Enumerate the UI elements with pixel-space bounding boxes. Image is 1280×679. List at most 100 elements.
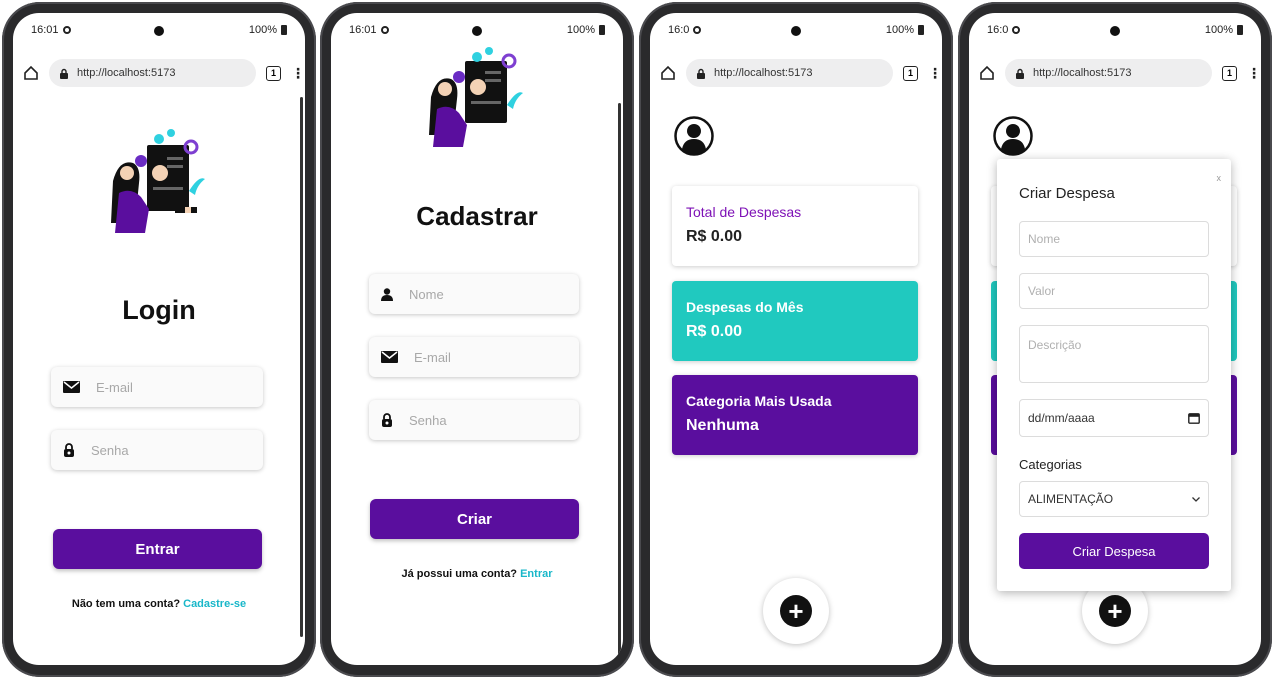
email-placeholder: E-mail — [414, 349, 451, 365]
phone-register: 16:01 100% Cadastrar Nome E-mail Senha C… — [320, 2, 634, 677]
lock-icon — [1016, 68, 1024, 79]
status-time: 16:0 — [668, 24, 690, 36]
login-illustration — [111, 129, 205, 233]
home-icon[interactable] — [23, 65, 39, 81]
expense-name-input[interactable]: Nome — [1019, 221, 1209, 257]
status-dot-icon — [380, 26, 389, 34]
top-category-value: Nenhuma — [686, 417, 759, 434]
status-time: 16:0 — [987, 24, 1009, 36]
mail-icon — [381, 351, 398, 363]
login-prompt: Já possui uma conta? Entrar — [331, 568, 623, 580]
page-title: Login — [122, 295, 196, 325]
url-text: http://localhost:5173 — [77, 67, 176, 79]
browser-bar: http://localhost:5173 1 ⋮ — [13, 53, 305, 93]
status-dot-icon — [1012, 26, 1021, 34]
user-icon — [381, 287, 393, 301]
menu-icon[interactable]: ⋮ — [291, 66, 305, 80]
calendar-icon[interactable] — [1188, 412, 1200, 424]
url-text: http://localhost:5173 — [1033, 67, 1132, 79]
password-field[interactable]: Senha — [369, 400, 579, 440]
top-category-label: Categoria Mais Usada — [686, 393, 832, 409]
expense-description-input[interactable]: Descrição — [1019, 325, 1209, 383]
home-icon[interactable] — [660, 65, 676, 81]
camera-hole — [1110, 26, 1120, 36]
name-placeholder: Nome — [409, 286, 444, 302]
register-prompt-text: Não tem uma conta? — [71, 598, 181, 610]
camera-hole — [154, 26, 164, 36]
battery-text: 100% — [1204, 24, 1233, 36]
total-expenses-card: Total de Despesas R$ 0.00 — [672, 186, 918, 266]
expense-date-placeholder: dd/mm/aaaa — [1028, 411, 1095, 425]
battery-icon — [281, 25, 287, 35]
battery-text: 100% — [885, 24, 914, 36]
phone-create-expense: 16:0 100% http://localhost:5173 1 ⋮ + x … — [958, 2, 1272, 677]
plus-icon: + — [780, 595, 812, 627]
category-label: Categorias — [1019, 457, 1082, 472]
battery-icon — [918, 25, 924, 35]
chevron-down-icon — [1192, 496, 1200, 502]
email-field[interactable]: E-mail — [369, 337, 579, 377]
month-expenses-card: Despesas do Mês R$ 0.00 — [672, 281, 918, 361]
battery-text: 100% — [566, 24, 595, 36]
menu-icon[interactable]: ⋮ — [1247, 66, 1261, 80]
status-dot-icon — [62, 26, 71, 34]
phone-dashboard: 16:0 100% http://localhost:5173 1 ⋮ Tota… — [639, 2, 953, 677]
camera-hole — [791, 26, 801, 36]
month-expenses-value: R$ 0.00 — [686, 323, 743, 340]
url-field[interactable]: http://localhost:5173 — [49, 59, 256, 87]
total-expenses-value: R$ 0.00 — [686, 228, 743, 245]
lock-icon — [60, 68, 68, 79]
tabs-icon[interactable]: 1 — [266, 65, 281, 81]
padlock-icon — [382, 413, 392, 427]
home-icon[interactable] — [979, 65, 995, 81]
url-field[interactable]: http://localhost:5173 — [1005, 59, 1212, 87]
expense-value-input[interactable]: Valor — [1019, 273, 1209, 309]
avatar-icon[interactable] — [993, 116, 1033, 156]
scrollbar[interactable] — [300, 97, 303, 637]
expense-name-placeholder: Nome — [1028, 232, 1061, 246]
status-time: 16:01 — [31, 24, 59, 36]
password-field[interactable]: Senha — [51, 430, 263, 470]
create-expense-button[interactable]: Criar Despesa — [1019, 533, 1209, 569]
close-icon[interactable]: x — [1217, 173, 1222, 183]
phone-login: 16:01 100% http://localhost:5173 1 ⋮ Log… — [2, 2, 316, 677]
add-expense-button[interactable]: + — [763, 578, 829, 644]
tabs-icon[interactable]: 1 — [903, 65, 918, 81]
status-dot-icon — [693, 26, 702, 34]
tabs-icon[interactable]: 1 — [1222, 65, 1237, 81]
browser-bar: http://localhost:5173 1 ⋮ — [969, 53, 1261, 93]
login-prompt-text: Já possui uma conta? — [401, 568, 518, 580]
plus-icon: + — [1099, 595, 1131, 627]
mail-icon — [63, 381, 80, 393]
battery-icon — [599, 25, 605, 35]
page-title: Cadastrar — [416, 201, 538, 231]
register-link[interactable]: Cadastre-se — [183, 598, 246, 610]
password-placeholder: Senha — [409, 412, 447, 428]
url-text: http://localhost:5173 — [714, 67, 813, 79]
battery-icon — [1237, 25, 1243, 35]
camera-hole — [472, 26, 482, 36]
login-link[interactable]: Entrar — [520, 568, 552, 580]
create-expense-modal: x Criar Despesa Nome Valor Descrição dd/… — [997, 159, 1231, 591]
password-placeholder: Senha — [91, 442, 129, 458]
category-select[interactable]: ALIMENTAÇÃO — [1019, 481, 1209, 517]
month-expenses-label: Despesas do Mês — [686, 299, 804, 315]
category-selected: ALIMENTAÇÃO — [1028, 492, 1114, 506]
status-time: 16:01 — [349, 24, 377, 36]
screen-register: 16:01 100% Cadastrar Nome E-mail Senha C… — [331, 13, 623, 665]
login-button[interactable]: Entrar — [53, 529, 262, 569]
avatar-icon[interactable] — [674, 116, 714, 156]
url-field[interactable]: http://localhost:5173 — [686, 59, 893, 87]
name-field[interactable]: Nome — [369, 274, 579, 314]
modal-title: Criar Despesa — [1019, 185, 1115, 202]
create-account-button[interactable]: Criar — [370, 499, 579, 539]
top-category-card: Categoria Mais Usada Nenhuma — [672, 375, 918, 455]
email-field[interactable]: E-mail — [51, 367, 263, 407]
register-prompt: Não tem uma conta? Cadastre-se — [13, 598, 305, 610]
expense-description-placeholder: Descrição — [1028, 338, 1082, 352]
screen-create-expense: 16:0 100% http://localhost:5173 1 ⋮ + x … — [969, 13, 1261, 665]
menu-icon[interactable]: ⋮ — [928, 66, 942, 80]
lock-icon — [697, 68, 705, 79]
padlock-icon — [64, 443, 74, 457]
expense-date-input[interactable]: dd/mm/aaaa — [1019, 399, 1209, 437]
